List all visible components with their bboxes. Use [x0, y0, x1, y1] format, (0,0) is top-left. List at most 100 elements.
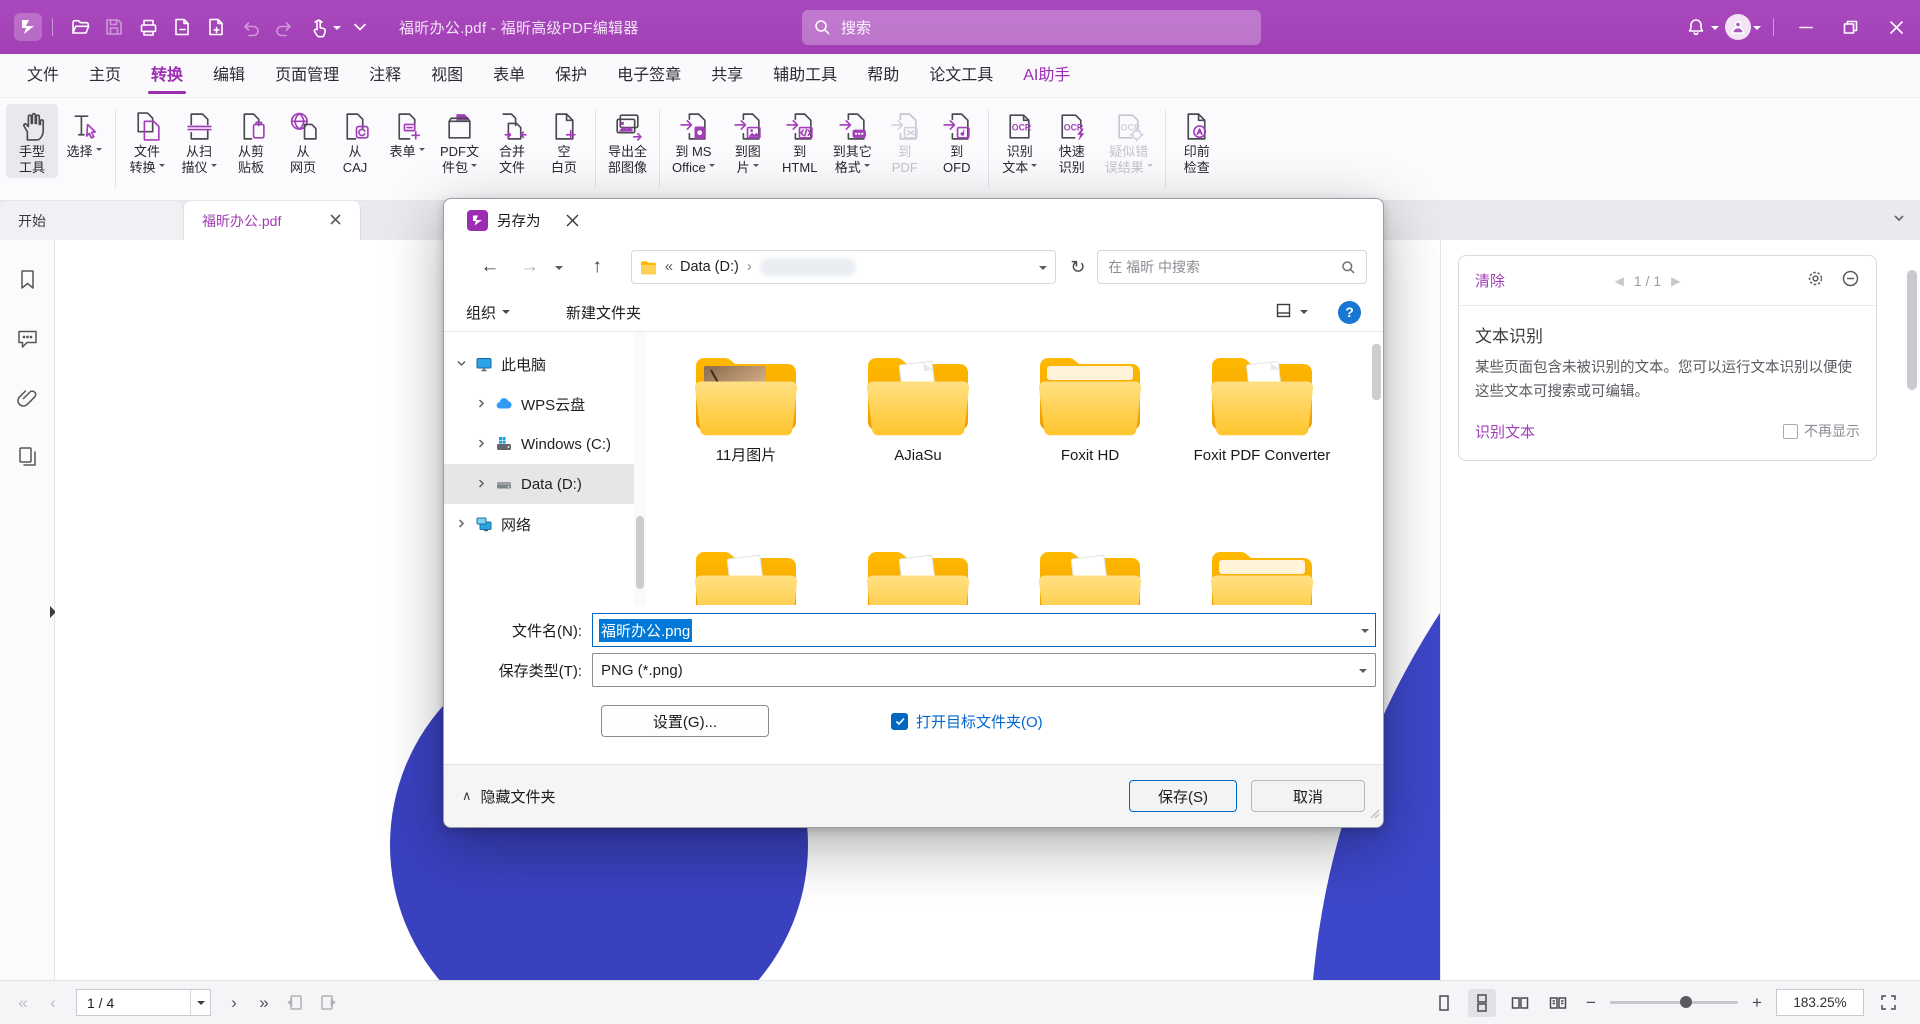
- nav-forward-icon[interactable]: →: [510, 256, 550, 278]
- delete-page-button[interactable]: [165, 10, 199, 44]
- dialog-titlebar[interactable]: 另存为: [444, 199, 1383, 241]
- folder-tile-partial[interactable]: [660, 544, 832, 605]
- undo-button[interactable]: [233, 10, 267, 44]
- previous-view-button[interactable]: [281, 989, 309, 1017]
- menu-protect[interactable]: 保护: [540, 54, 602, 98]
- tree-scrollbar-thumb[interactable]: [636, 516, 644, 589]
- menu-help[interactable]: 帮助: [852, 54, 914, 98]
- ribb-preflight-button[interactable]: 印前检查: [1171, 104, 1223, 178]
- pager-prev-icon[interactable]: ◀: [1615, 274, 1624, 288]
- ribb-from-clipboard-button[interactable]: 从剪贴板: [225, 104, 277, 178]
- ribb-pdf-package-button[interactable]: PDF文件包: [433, 104, 486, 178]
- comments-panel-icon[interactable]: [16, 327, 39, 355]
- ribb-blank-page-button[interactable]: 空白页: [538, 104, 590, 178]
- bookmarks-panel-icon[interactable]: [16, 268, 39, 296]
- ribb-from-web-button[interactable]: 从网页: [277, 104, 329, 178]
- account-dropdown-icon[interactable]: [1753, 26, 1761, 34]
- tree-item-wps-cloud[interactable]: WPS云盘: [444, 384, 634, 424]
- menu-paper-tools[interactable]: 论文工具: [914, 54, 1008, 98]
- ribb-ocr-text-button[interactable]: OCR 识别文本: [994, 104, 1046, 178]
- resize-grip[interactable]: [1368, 806, 1380, 824]
- folder-tile-november-images[interactable]: 11月图片: [660, 350, 832, 465]
- open-file-button[interactable]: [63, 10, 97, 44]
- save-button[interactable]: 保存(S): [1129, 780, 1237, 812]
- prev-page-button[interactable]: ‹: [40, 993, 66, 1013]
- chevron-expanded-icon[interactable]: [456, 356, 467, 373]
- continuous-view-icon[interactable]: [1468, 989, 1496, 1017]
- tab-start[interactable]: 开始: [0, 201, 184, 240]
- ribb-to-pdf-button[interactable]: 到PDF: [879, 104, 931, 178]
- cancel-button[interactable]: 取消: [1251, 780, 1365, 812]
- ribb-select-button[interactable]: 选择: [58, 104, 110, 162]
- refresh-icon[interactable]: ↻: [1070, 257, 1085, 278]
- menu-ai-assistant[interactable]: AI助手: [1008, 54, 1085, 98]
- folder-tile-ajiasu[interactable]: AJiaSu: [832, 350, 1004, 465]
- first-page-button[interactable]: «: [10, 993, 36, 1013]
- ribb-file-convert-button[interactable]: 文件转换: [121, 104, 173, 178]
- book-view-icon[interactable]: [1544, 989, 1572, 1017]
- ribb-quick-ocr-button[interactable]: OCR 快速识别: [1046, 104, 1098, 178]
- ribb-to-ms-office-button[interactable]: 到 MSOffice: [665, 104, 722, 178]
- ribb-hand-tool-button[interactable]: 手型工具: [6, 104, 58, 178]
- panel-scrollbar-thumb[interactable]: [1907, 270, 1917, 390]
- close-button[interactable]: [1872, 10, 1920, 44]
- recognize-text-link[interactable]: 识别文本: [1475, 421, 1535, 442]
- folder-tile-partial[interactable]: [832, 544, 1004, 605]
- chevron-collapsed-icon[interactable]: [476, 476, 487, 493]
- organize-button[interactable]: 组织: [466, 302, 510, 323]
- help-button[interactable]: ?: [1338, 301, 1361, 324]
- zoom-level-input[interactable]: 183.25%: [1776, 989, 1864, 1016]
- open-target-label[interactable]: 打开目标文件夹(O): [916, 711, 1043, 732]
- new-folder-button[interactable]: 新建文件夹: [566, 302, 641, 323]
- print-button[interactable]: [131, 10, 165, 44]
- global-search-input[interactable]: 搜索: [802, 10, 1261, 45]
- settings-button[interactable]: 设置(G)...: [601, 705, 769, 737]
- tree-item-this-pc[interactable]: 此电脑: [444, 344, 634, 384]
- filename-input[interactable]: 福昕办公.png: [592, 613, 1376, 647]
- clear-link[interactable]: 清除: [1475, 270, 1505, 291]
- notifications-bell-icon[interactable]: [1679, 10, 1713, 44]
- dialog-search-input[interactable]: 在 福昕 中搜索: [1097, 250, 1367, 284]
- chevron-collapsed-icon[interactable]: [456, 516, 467, 533]
- touch-mode-dropdown-icon[interactable]: [333, 26, 341, 34]
- ribb-from-scanner-button[interactable]: 从扫描仪: [173, 104, 225, 178]
- ribb-suspect-results-button[interactable]: OCR 疑似错误结果: [1098, 104, 1160, 178]
- folder-tile-partial[interactable]: [1176, 544, 1348, 605]
- menu-convert[interactable]: 转换: [136, 54, 198, 98]
- fullscreen-icon[interactable]: [1874, 989, 1902, 1017]
- touch-mode-button[interactable]: [301, 10, 335, 44]
- ribb-from-caj-button[interactable]: 从CAJ: [329, 104, 381, 178]
- ribb-form-button[interactable]: 表单: [381, 104, 433, 162]
- filename-dropdown-icon[interactable]: [1361, 629, 1369, 637]
- nav-back-icon[interactable]: ←: [470, 256, 510, 278]
- notifications-dropdown-icon[interactable]: [1711, 26, 1719, 34]
- ribb-to-other-format-button[interactable]: 到其它格式: [826, 104, 879, 178]
- menu-accessibility[interactable]: 辅助工具: [758, 54, 852, 98]
- zoom-slider-thumb[interactable]: [1680, 996, 1692, 1008]
- open-target-checkbox-checked[interactable]: [891, 713, 908, 730]
- ribb-to-html-button[interactable]: 到HTML: [774, 104, 826, 178]
- ribb-merge-files-button[interactable]: 合并文件: [486, 104, 538, 178]
- add-page-button[interactable]: [199, 10, 233, 44]
- tree-item-windows-c[interactable]: Windows (C:): [444, 424, 634, 464]
- dont-show-checkbox[interactable]: [1783, 424, 1798, 439]
- facing-view-icon[interactable]: [1506, 989, 1534, 1017]
- menu-page-management[interactable]: 页面管理: [260, 54, 354, 98]
- restore-button[interactable]: [1828, 10, 1872, 44]
- tree-item-data-d[interactable]: Data (D:): [444, 464, 634, 504]
- folder-tile-partial[interactable]: [1004, 544, 1176, 605]
- next-view-button[interactable]: [313, 989, 341, 1017]
- menu-esign[interactable]: 电子签章: [602, 54, 696, 98]
- settings-gear-icon[interactable]: [1806, 269, 1825, 293]
- menu-view[interactable]: 视图: [416, 54, 478, 98]
- dialog-close-button[interactable]: [550, 199, 596, 241]
- nav-up-icon[interactable]: ↑: [577, 256, 617, 278]
- menu-form[interactable]: 表单: [478, 54, 540, 98]
- crumb-drive[interactable]: Data (D:): [680, 259, 739, 275]
- ribb-export-images-button[interactable]: 导出全部图像: [601, 104, 654, 178]
- chevron-collapsed-icon[interactable]: [476, 436, 487, 453]
- change-view-icon[interactable]: [1275, 302, 1292, 323]
- menu-comment[interactable]: 注释: [354, 54, 416, 98]
- zoom-out-button[interactable]: −: [1582, 993, 1600, 1013]
- filetype-select[interactable]: PNG (*.png): [592, 653, 1376, 687]
